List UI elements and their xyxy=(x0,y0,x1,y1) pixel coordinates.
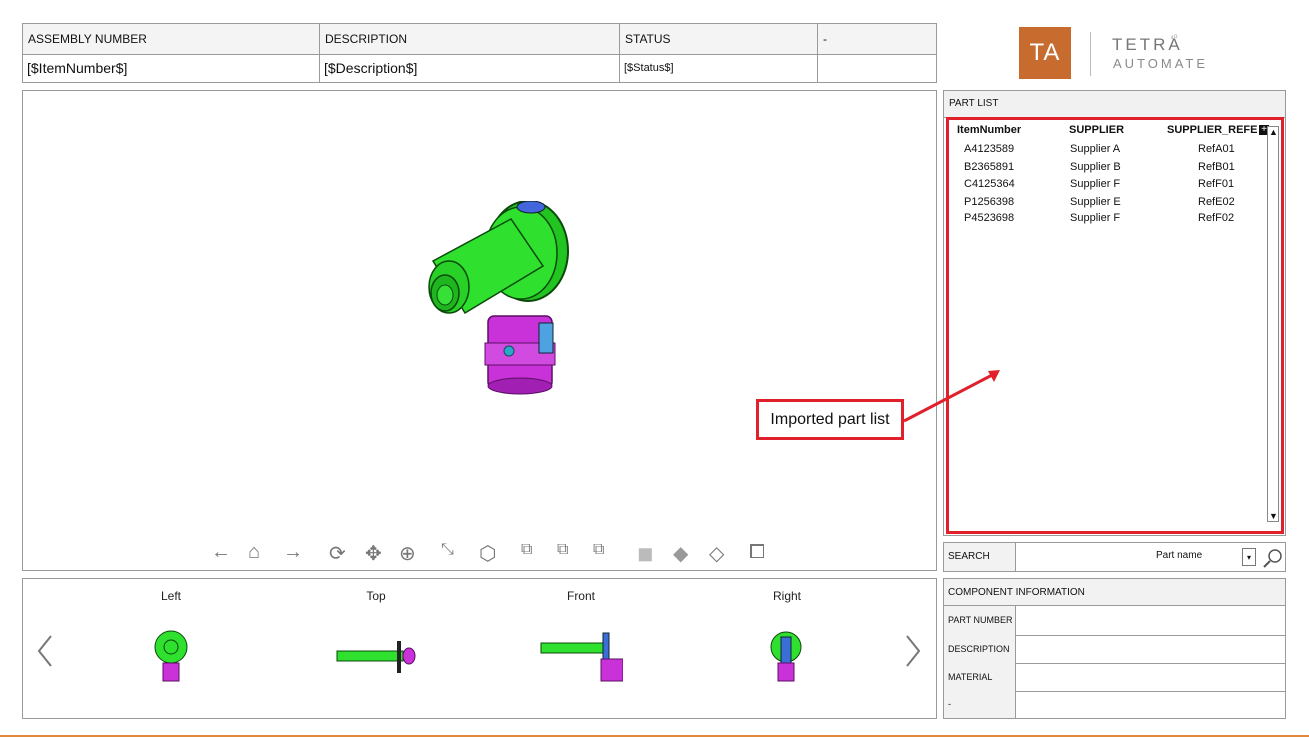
extra-value xyxy=(818,54,822,83)
chevron-left-icon[interactable] xyxy=(35,634,55,668)
thumb-top-label: Top xyxy=(366,589,386,603)
part-list-title: PART LIST xyxy=(944,91,1285,118)
zoom-window-icon[interactable]: ⊕ xyxy=(399,541,416,566)
col-header-supplier[interactable]: SUPPLIER xyxy=(1069,124,1124,136)
assembly-model[interactable] xyxy=(393,201,613,401)
table-row-1-ref[interactable]: RefB01 xyxy=(1198,161,1235,173)
view-cube-3-icon[interactable]: ⧉ xyxy=(593,541,604,559)
part-list-table[interactable]: ItemNumber SUPPLIER SUPPLIER_REFE + A412… xyxy=(946,117,1284,534)
col-header-supplier-ref[interactable]: SUPPLIER_REFE xyxy=(1167,124,1263,136)
assembly-number-label: ASSEMBLY NUMBER xyxy=(23,24,319,55)
description-field-label: DESCRIPTION xyxy=(944,635,1016,663)
table-row-0-ref[interactable]: RefA01 xyxy=(1198,143,1235,155)
thumb-right-view[interactable] xyxy=(769,629,803,687)
part-number-label: PART NUMBER xyxy=(944,606,1016,635)
description-cell: DESCRIPTION [$Description$] xyxy=(320,24,620,82)
component-info-panel: COMPONENT INFORMATION PART NUMBER DESCRI… xyxy=(943,578,1286,719)
shaded-icon[interactable]: ◼ xyxy=(637,541,654,566)
material-row: MATERIAL xyxy=(944,663,1285,692)
logo-mark: TA xyxy=(1019,27,1071,79)
thumb-top-view[interactable] xyxy=(335,639,419,675)
annotation-arrow-icon xyxy=(903,370,1000,423)
view-cube-1-icon[interactable]: ⧉ xyxy=(521,541,532,559)
table-row-4-supplier[interactable]: Supplier F xyxy=(1070,212,1120,224)
assembly-number-cell: ASSEMBLY NUMBER [$ItemNumber$] xyxy=(23,24,320,82)
3d-viewer[interactable]: ← ⌂ → ⟳ ✥ ⊕ ⤡ ⬡ ⧉ ⧉ ⧉ ◼ ◆ ◇ ⧠ xyxy=(22,90,937,571)
part-number-row: PART NUMBER xyxy=(944,606,1285,636)
extra-label: - xyxy=(818,24,936,55)
search-icon[interactable] xyxy=(1262,547,1284,569)
description-value: [$Description$] xyxy=(324,60,418,76)
table-row-3-item[interactable]: P1256398 xyxy=(964,196,1014,208)
thumb-left-label: Left xyxy=(160,589,181,603)
arrow-right-icon[interactable]: → xyxy=(283,541,303,564)
table-row-4-ref[interactable]: RefF02 xyxy=(1198,212,1234,224)
description-row: DESCRIPTION xyxy=(944,635,1285,664)
table-row-1-item[interactable]: B2365891 xyxy=(964,161,1014,173)
arrow-left-icon[interactable]: ← xyxy=(211,541,231,564)
fullscreen-icon[interactable]: ⧠ xyxy=(749,541,765,564)
logo-tagline: AUTOMATE xyxy=(1113,56,1209,71)
rotate-icon[interactable]: ⟳ xyxy=(329,541,346,566)
status-cell: STATUS [$Status$] xyxy=(620,24,818,82)
pan-icon[interactable]: ✥ xyxy=(365,541,382,566)
shaded-edges-icon[interactable]: ◆ xyxy=(673,541,688,566)
table-row-1-supplier[interactable]: Supplier B xyxy=(1070,161,1121,173)
iso-view-icon[interactable]: ⬡ xyxy=(479,541,496,566)
status-value: [$Status$] xyxy=(624,62,674,74)
annotation-callout: Imported part list xyxy=(756,399,904,440)
table-row-2-ref[interactable]: RefF01 xyxy=(1198,178,1234,190)
thumb-front-view[interactable] xyxy=(539,629,623,685)
assembly-number-value: [$ItemNumber$] xyxy=(27,60,128,76)
table-row-3-supplier[interactable]: Supplier E xyxy=(1070,196,1121,208)
thumbnail-strip: Left Top Front Right xyxy=(22,578,937,719)
component-info-title: COMPONENT INFORMATION xyxy=(944,579,1285,606)
table-row-0-item[interactable]: A4123589 xyxy=(964,143,1014,155)
chevron-right-icon[interactable] xyxy=(903,634,923,668)
thumb-left-view[interactable] xyxy=(151,629,191,687)
search-type-select[interactable]: Part name xyxy=(1156,550,1202,561)
extra-field-label: - xyxy=(944,691,1016,718)
table-row-3-ref[interactable]: RefE02 xyxy=(1198,196,1235,208)
thumb-right-label: Right xyxy=(772,589,801,603)
dropdown-chevron-icon[interactable]: ▾ xyxy=(1242,548,1256,566)
search-bar: SEARCH Part name ▾ xyxy=(943,542,1286,572)
wireframe-icon[interactable]: ◇ xyxy=(709,541,724,566)
assembly-header-table: ASSEMBLY NUMBER [$ItemNumber$] DESCRIPTI… xyxy=(22,23,937,83)
table-row-0-supplier[interactable]: Supplier A xyxy=(1070,143,1120,155)
logo-symbol-icon: ⁴⁰ xyxy=(1170,33,1178,43)
part-list-scrollbar[interactable]: ▲ ▼ xyxy=(1267,126,1279,522)
search-label: SEARCH xyxy=(944,543,1016,571)
extra-row: - xyxy=(944,691,1285,718)
home-icon[interactable]: ⌂ xyxy=(248,541,260,564)
col-header-itemnumber[interactable]: ItemNumber xyxy=(957,124,1021,136)
scroll-up-icon[interactable]: ▲ xyxy=(1269,127,1278,137)
description-label: DESCRIPTION xyxy=(320,24,619,55)
fit-all-icon[interactable]: ⤡ xyxy=(441,541,454,559)
thumb-front-label: Front xyxy=(566,589,595,603)
view-cube-2-icon[interactable]: ⧉ xyxy=(557,541,568,559)
scroll-down-icon[interactable]: ▼ xyxy=(1269,511,1278,521)
status-label: STATUS xyxy=(620,24,817,55)
extra-cell: - xyxy=(818,24,936,82)
material-label: MATERIAL xyxy=(944,663,1016,691)
table-row-2-supplier[interactable]: Supplier F xyxy=(1070,178,1120,190)
logo-divider xyxy=(1090,32,1091,76)
table-row-2-item[interactable]: C4125364 xyxy=(964,178,1015,190)
table-row-4-item[interactable]: P4523698 xyxy=(964,212,1014,224)
